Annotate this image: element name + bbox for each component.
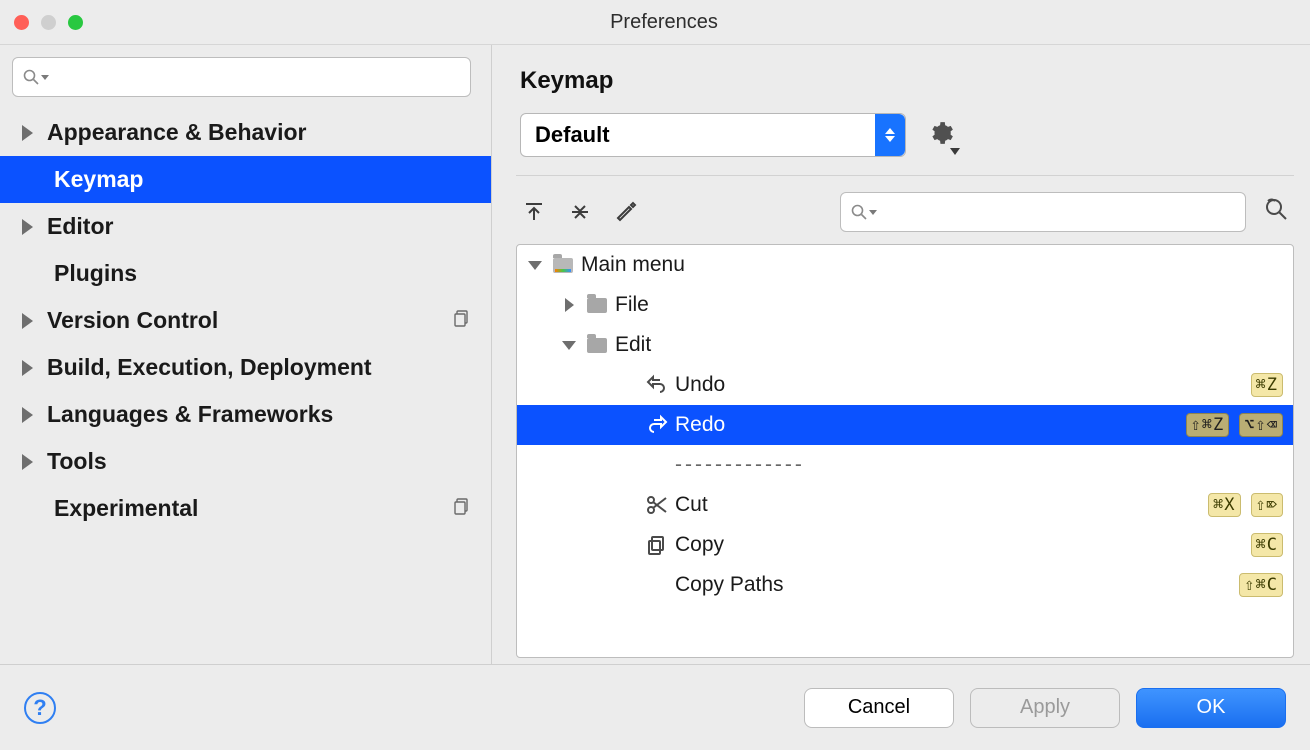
search-icon [851, 204, 877, 220]
gear-icon [928, 120, 954, 146]
separator-label: ------------- [675, 453, 805, 476]
chevron-down-icon [528, 261, 542, 270]
sidebar-item-keymap[interactable]: Keymap [0, 156, 491, 203]
expand-all-button[interactable] [520, 198, 548, 226]
action-label: Copy [675, 533, 1251, 557]
chevron-down-icon [41, 75, 49, 80]
shortcut-badge: ⇧⌦ [1251, 493, 1283, 517]
chevron-right-icon [22, 360, 33, 376]
find-by-shortcut-button[interactable] [1264, 197, 1290, 228]
sidebar-item-experimental[interactable]: Experimental [0, 485, 491, 532]
dialog-footer: ? Cancel Apply OK [0, 664, 1310, 750]
sidebar-item-label: Build, Execution, Deployment [47, 354, 372, 381]
sidebar-item-version-control[interactable]: Version Control [0, 297, 491, 344]
shortcut-badge: ⌘Z [1251, 373, 1283, 397]
sidebar-item-label: Plugins [54, 260, 137, 287]
chevron-right-icon [22, 219, 33, 235]
page-title: Keymap [516, 45, 1294, 113]
action-label: Copy Paths [675, 573, 1239, 597]
action-redo[interactable]: Redo ⇧⌘Z ⌥⇧⌫ [517, 405, 1293, 445]
close-window-button[interactable] [14, 15, 29, 30]
edit-shortcut-button[interactable] [612, 198, 640, 226]
keymap-tree: Main menu File Edit Undo ⌘Z Redo [516, 244, 1294, 658]
search-icon [23, 69, 49, 85]
sidebar-item-label: Experimental [54, 495, 198, 522]
settings-sidebar: Appearance & Behavior Keymap Editor Plug… [0, 45, 492, 664]
scissors-icon [645, 494, 669, 516]
folder-icon [585, 338, 609, 353]
apply-button[interactable]: Apply [970, 688, 1120, 728]
sidebar-item-appearance-behavior[interactable]: Appearance & Behavior [0, 109, 491, 156]
shortcut-badge: ⌘C [1251, 533, 1283, 557]
action-copy-paths[interactable]: Copy Paths ⇧⌘C [517, 565, 1293, 605]
chevron-down-icon [562, 341, 576, 350]
collapse-all-icon [569, 201, 591, 223]
settings-search[interactable] [12, 57, 471, 97]
chevron-right-icon [22, 454, 33, 470]
tree-node-edit[interactable]: Edit [517, 325, 1293, 365]
sidebar-item-editor[interactable]: Editor [0, 203, 491, 250]
sidebar-item-label: Tools [47, 448, 107, 475]
sidebar-item-label: Editor [47, 213, 113, 240]
expand-all-icon [523, 201, 545, 223]
action-separator: ------------- [517, 445, 1293, 485]
action-copy[interactable]: Copy ⌘C [517, 525, 1293, 565]
shortcut-badge: ⌥⇧⌫ [1239, 413, 1283, 437]
keymap-scheme-actions-button[interactable] [928, 120, 954, 151]
settings-content: Keymap Default [492, 45, 1310, 664]
sidebar-item-label: Appearance & Behavior [47, 119, 306, 146]
minimize-window-button[interactable] [41, 15, 56, 30]
action-label: Cut [675, 493, 1208, 517]
undo-icon [645, 374, 669, 396]
action-undo[interactable]: Undo ⌘Z [517, 365, 1293, 405]
action-cut[interactable]: Cut ⌘X ⇧⌦ [517, 485, 1293, 525]
find-shortcut-icon [1264, 197, 1290, 223]
chevron-right-icon [22, 313, 33, 329]
tree-node-label: Edit [615, 333, 1283, 357]
sidebar-item-build-execution-deployment[interactable]: Build, Execution, Deployment [0, 344, 491, 391]
folder-icon [551, 258, 575, 273]
redo-icon [645, 414, 669, 436]
sidebar-item-languages-frameworks[interactable]: Languages & Frameworks [0, 391, 491, 438]
chevron-down-icon [869, 210, 877, 215]
cancel-button[interactable]: Cancel [804, 688, 954, 728]
tree-node-main-menu[interactable]: Main menu [517, 245, 1293, 285]
window-controls [14, 15, 83, 30]
chevron-right-icon [565, 298, 574, 312]
pencil-icon [615, 201, 637, 223]
shortcut-badge: ⇧⌘C [1239, 573, 1283, 597]
window-title: Preferences [83, 11, 1245, 34]
select-arrows-icon [875, 114, 905, 156]
sidebar-item-label: Languages & Frameworks [47, 401, 333, 428]
sidebar-item-label: Keymap [54, 166, 143, 193]
collapse-all-button[interactable] [566, 198, 594, 226]
action-label: Undo [675, 373, 1251, 397]
tree-node-label: File [615, 293, 1283, 317]
keymap-scheme-select[interactable]: Default [520, 113, 906, 157]
keymap-action-search-input[interactable] [883, 202, 1235, 223]
help-button[interactable]: ? [24, 692, 56, 724]
ok-button[interactable]: OK [1136, 688, 1286, 728]
action-label: Redo [675, 413, 1186, 437]
sidebar-item-tools[interactable]: Tools [0, 438, 491, 485]
sidebar-item-label: Version Control [47, 307, 218, 334]
copy-icon [645, 534, 669, 556]
settings-search-input[interactable] [55, 67, 460, 88]
shortcut-badge: ⌘X [1208, 493, 1240, 517]
titlebar: Preferences [0, 0, 1310, 45]
chevron-right-icon [22, 125, 33, 141]
chevron-right-icon [22, 407, 33, 423]
tree-node-label: Main menu [581, 253, 1283, 277]
shortcut-badge: ⇧⌘Z [1186, 413, 1230, 437]
zoom-window-button[interactable] [68, 15, 83, 30]
folder-icon [585, 298, 609, 313]
project-level-icon [453, 309, 471, 332]
keymap-scheme-value: Default [535, 122, 610, 148]
project-level-icon [453, 497, 471, 520]
keymap-action-search[interactable] [840, 192, 1246, 232]
tree-node-file[interactable]: File [517, 285, 1293, 325]
chevron-down-icon [950, 148, 960, 155]
sidebar-item-plugins[interactable]: Plugins [0, 250, 491, 297]
